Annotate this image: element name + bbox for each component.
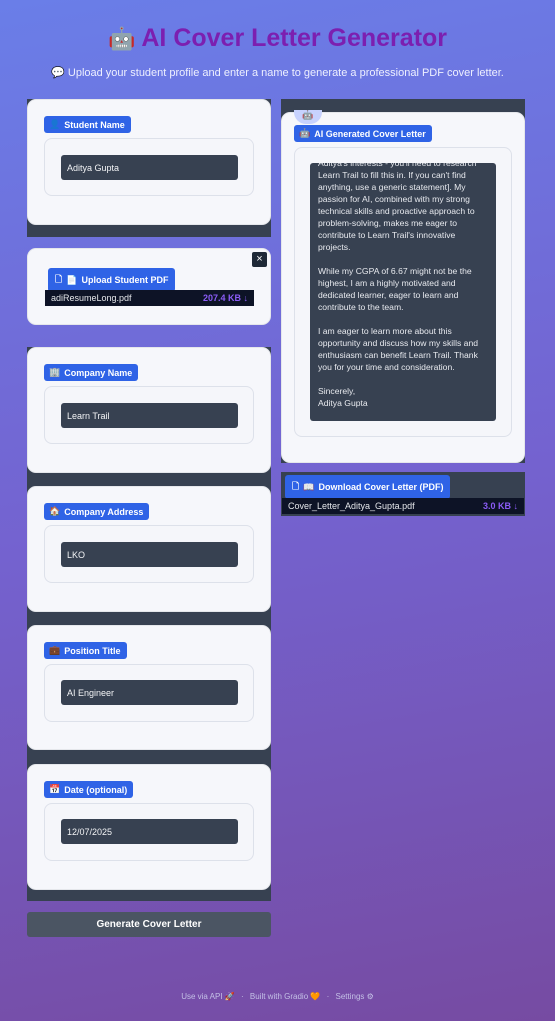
page-title: 🤖 AI Cover Letter Generator [107,24,448,52]
footer-separator: · [326,992,330,1001]
student-name-input[interactable]: Aditya Gupta [61,155,238,180]
briefcase-icon: 💼 [49,645,61,655]
uploaded-file-name[interactable]: adiResumeLong.pdf [51,293,132,303]
date-label: 📅 Date (optional) [44,781,134,798]
date-input[interactable]: 12/07/2025 [61,819,238,844]
document-icon: 📄 [66,274,78,285]
uploaded-file-size[interactable]: 207.4 KB ↓ [203,293,248,303]
gradio-logo-icon: 🧡 [310,992,321,1001]
footer-separator: · [240,992,244,1001]
student-name-label: 👤 Student Name [44,116,131,133]
position-title-label: 💼 Position Title [44,642,127,659]
download-cover-letter-button[interactable]: 🗋 📖 Download Cover Letter (PDF) [285,475,451,499]
use-via-api-link[interactable]: Use via API 🚀 [181,992,235,1001]
download-file-size[interactable]: 3.0 KB ↓ [483,501,518,511]
position-title-input[interactable]: AI Engineer [61,680,238,705]
built-with-gradio-link[interactable]: Built with Gradio 🧡 [250,992,320,1001]
letter-paragraph: While my CGPA of 6.67 might not be the h… [318,266,472,312]
footer: Use via API 🚀 · Built with Gradio 🧡 · Se… [0,992,555,1001]
uploaded-file-row[interactable]: adiResumeLong.pdf 207.4 KB ↓ [45,290,254,306]
house-icon: 🏠 [49,506,61,516]
letter-paragraph: Aditya's interests - you'll need to rese… [318,163,477,252]
company-address-label: 🏠 Company Address [44,503,150,520]
page-subtitle: 💬 Upload your student profile and enter … [51,67,504,79]
rocket-icon: 🚀 [224,992,235,1001]
robot-icon: 🤖 [107,26,136,51]
book-icon: 📖 [303,481,315,492]
download-file-name[interactable]: Cover_Letter_Aditya_Gupta.pdf [288,501,415,511]
file-icon: 🗋 [292,481,300,491]
close-icon[interactable]: × [252,252,267,267]
cover-letter-textarea[interactable]: Aditya's interests - you'll need to rese… [310,163,496,421]
robot-icon: 🤖 [299,128,311,138]
speech-bubble-icon: 💬 [51,67,65,79]
letter-paragraph: I am eager to learn more about this oppo… [318,326,479,372]
generate-cover-letter-button[interactable]: Generate Cover Letter [27,912,271,937]
letter-signoff: Sincerely, Aditya Gupta [318,386,368,408]
company-name-input[interactable]: Learn Trail [61,403,238,428]
settings-link[interactable]: Settings ⚙ [335,992,373,1001]
calendar-icon: 📅 [49,784,61,794]
person-icon: 👤 [49,119,61,129]
gear-icon: ⚙ [366,992,374,1001]
building-icon: 🏢 [49,367,61,377]
company-address-input[interactable]: LKO [61,542,238,567]
company-name-label: 🏢 Company Name [44,364,139,381]
output-label: 🤖 AI Generated Cover Letter [294,125,432,142]
upload-student-pdf-button[interactable]: 🗋 📄 Upload Student PDF [48,268,176,292]
download-file-row[interactable]: Cover_Letter_Aditya_Gupta.pdf 3.0 KB ↓ [282,498,524,514]
file-icon: 🗋 [55,274,63,284]
